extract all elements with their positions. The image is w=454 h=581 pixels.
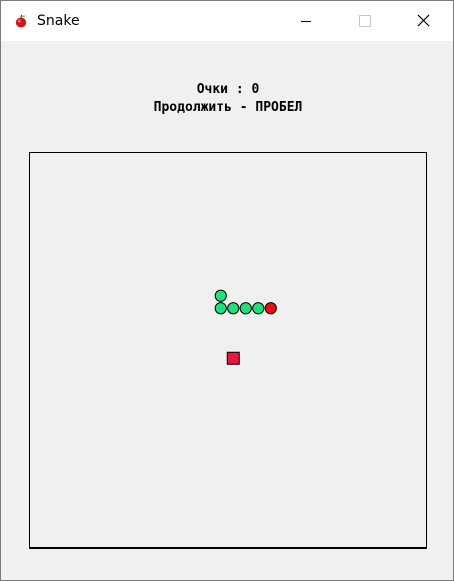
snake-body-segment — [252, 302, 265, 315]
window-title: Snake — [37, 13, 80, 29]
pause-hint-label: Продолжить - ПРОБЕЛ — [153, 100, 303, 115]
minimize-button[interactable] — [283, 1, 329, 41]
maximize-icon — [359, 15, 371, 27]
snake-body-segment — [227, 302, 240, 315]
snake-body-segment — [239, 302, 252, 315]
close-icon — [417, 14, 430, 27]
game-board[interactable] — [29, 152, 427, 549]
food-item — [226, 351, 240, 365]
score-label: Очки : 0 — [196, 82, 260, 97]
snake-head — [264, 302, 277, 315]
game-window: Snake Очки : 0 Продолжить - ПРОБЕЛ — [0, 0, 454, 581]
snake-body-segment — [214, 289, 227, 302]
snake-body-segment — [214, 302, 227, 315]
title-bar[interactable]: Snake — [1, 1, 453, 41]
apple-icon — [13, 13, 29, 29]
board-canvas — [214, 289, 277, 365]
maximize-button[interactable] — [341, 1, 387, 41]
close-button[interactable] — [401, 1, 447, 41]
minimize-icon — [301, 21, 311, 22]
